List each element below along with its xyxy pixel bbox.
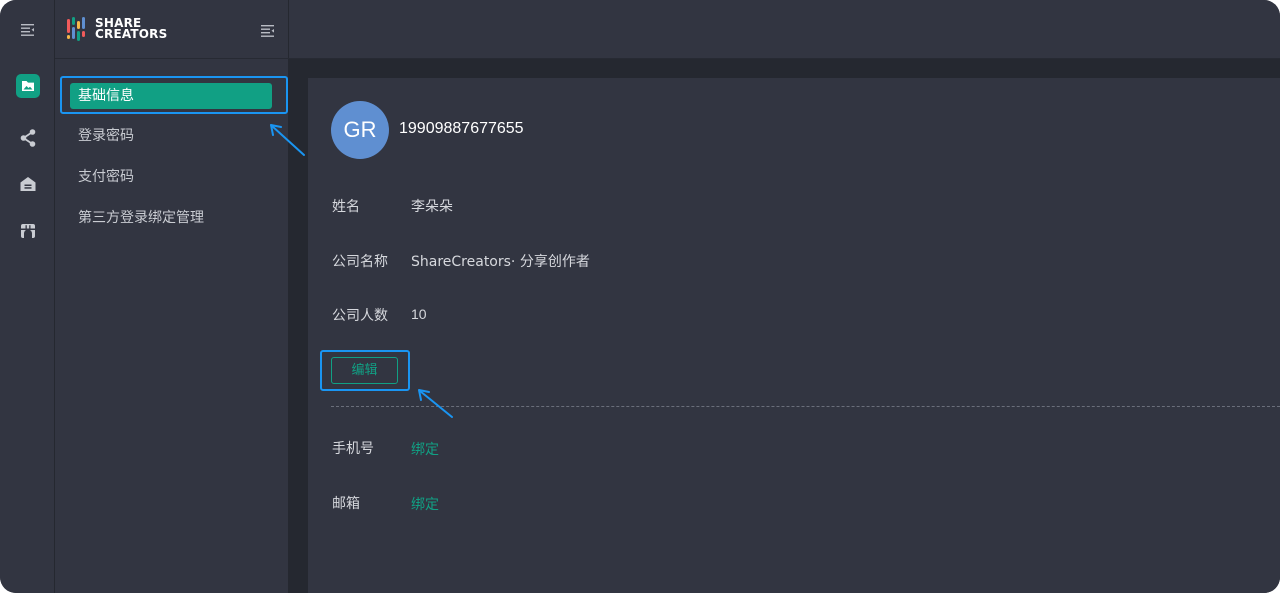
- app-window: SHARE CREATORS 基础信息 登录密码 支付密码 第三方登录绑定管理 …: [0, 0, 1280, 593]
- sidebar-item-payment-password[interactable]: 支付密码: [70, 164, 272, 190]
- avatar: GR: [331, 101, 389, 159]
- section-divider: [331, 406, 1280, 407]
- sidebar-item-login-password[interactable]: 登录密码: [70, 123, 272, 149]
- home-icon[interactable]: [0, 174, 55, 194]
- top-bar: [289, 0, 1280, 59]
- bind-phone-link[interactable]: 绑定: [411, 439, 439, 459]
- profile-card: [308, 78, 1280, 593]
- brand-line2: CREATORS: [95, 27, 168, 41]
- sidebar: SHARE CREATORS 基础信息 登录密码 支付密码 第三方登录绑定管理: [55, 0, 289, 593]
- sidebar-header: SHARE CREATORS: [55, 0, 289, 59]
- store-icon[interactable]: [0, 221, 55, 241]
- annotation-arrow-sidebar-icon: [270, 124, 305, 156]
- account-id: 19909887677655: [399, 120, 524, 137]
- email-label: 邮箱: [332, 496, 360, 512]
- bind-email-link[interactable]: 绑定: [411, 494, 439, 514]
- company-name-label: 公司名称: [332, 254, 388, 270]
- sidebar-collapse-icon[interactable]: [261, 22, 275, 41]
- brand-name: SHARE CREATORS: [95, 17, 168, 41]
- annotation-arrow-edit-icon: [418, 389, 453, 418]
- company-size-value: 10: [411, 306, 427, 322]
- name-value: 李朵朵: [411, 199, 453, 215]
- phone-label: 手机号: [332, 441, 374, 457]
- icon-rail: [0, 0, 55, 593]
- share-icon[interactable]: [0, 128, 55, 148]
- sidebar-item-basic-info[interactable]: 基础信息: [70, 83, 272, 109]
- logo-mark-icon: [67, 17, 85, 41]
- company-size-label: 公司人数: [332, 308, 388, 324]
- brand-logo: SHARE CREATORS: [67, 17, 167, 41]
- edit-button[interactable]: 编辑: [331, 357, 398, 384]
- sidebar-item-third-party-login[interactable]: 第三方登录绑定管理: [70, 205, 272, 231]
- folder-icon[interactable]: [0, 74, 55, 98]
- company-name-value: ShareCreators· 分享创作者: [411, 254, 590, 270]
- name-label: 姓名: [332, 199, 360, 215]
- menu-collapse-icon[interactable]: [0, 20, 55, 40]
